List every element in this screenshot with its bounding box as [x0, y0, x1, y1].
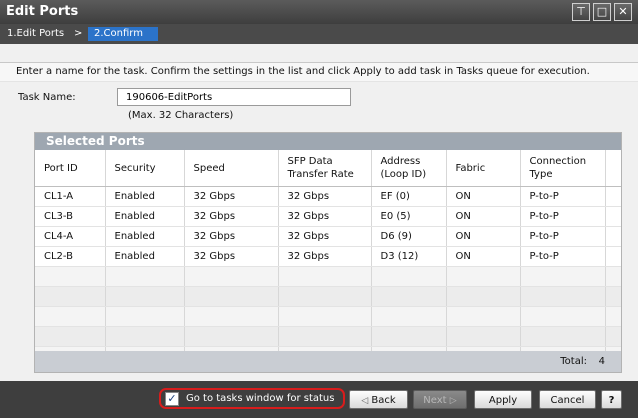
cell-address: E0 (5)	[371, 206, 447, 227]
column-header-speed[interactable]: Speed	[184, 150, 279, 187]
table-row[interactable]: CL3-B Enabled 32 Gbps 32 Gbps E0 (5) ON …	[35, 206, 621, 227]
pin-icon[interactable]: ⊤	[572, 3, 590, 21]
next-button: Next ▷	[413, 390, 467, 409]
cell-connection-type: P-to-P	[520, 226, 606, 247]
help-icon: ?	[608, 395, 615, 406]
total-bar: Total: 4	[35, 351, 621, 372]
cell-connection-type: P-to-P	[520, 186, 606, 207]
cell-address: D6 (9)	[371, 226, 447, 247]
column-header-security[interactable]: Security	[105, 150, 185, 187]
cell-security: Enabled	[105, 186, 185, 207]
column-header-filler	[605, 150, 621, 187]
instructions-text: Enter a name for the task. Confirm the s…	[16, 66, 590, 77]
cell-sfp-rate: 32 Gbps	[278, 206, 372, 227]
empty-row	[35, 286, 621, 307]
breadcrumb: 1.Edit Ports > 2.Confirm	[0, 24, 638, 44]
column-header-connection-type[interactable]: Connection Type	[520, 150, 606, 187]
close-icon[interactable]: ✕	[614, 3, 632, 21]
window-title: Edit Ports	[6, 4, 79, 19]
task-name-label: Task Name:	[18, 92, 76, 103]
cell-security: Enabled	[105, 226, 185, 247]
title-bar: Edit Ports ⊤ □ ✕	[0, 0, 638, 24]
cell-sfp-rate: 32 Gbps	[278, 226, 372, 247]
back-label: Back	[371, 395, 396, 406]
cell-speed: 32 Gbps	[184, 186, 279, 207]
goto-tasks-checkbox[interactable]: ✓	[165, 392, 179, 406]
cell-filler	[605, 246, 621, 267]
total-label: Total:	[560, 356, 587, 367]
cell-filler	[605, 186, 621, 207]
help-button[interactable]: ?	[601, 390, 622, 409]
cell-filler	[605, 226, 621, 247]
window-controls: ⊤ □ ✕	[572, 3, 632, 21]
cell-port-id: CL1-A	[35, 186, 106, 207]
cancel-button[interactable]: Cancel	[539, 390, 596, 409]
apply-label: Apply	[488, 395, 518, 406]
cell-security: Enabled	[105, 246, 185, 267]
column-header-sfp-rate[interactable]: SFP Data Transfer Rate	[278, 150, 372, 187]
column-header-port-id[interactable]: Port ID	[35, 150, 106, 187]
cell-security: Enabled	[105, 206, 185, 227]
cell-fabric: ON	[446, 246, 521, 267]
panel-title: Selected Ports	[35, 133, 621, 150]
cell-port-id: CL4-A	[35, 226, 106, 247]
chevron-left-icon: ◁	[361, 396, 369, 406]
cell-speed: 32 Gbps	[184, 206, 279, 227]
cell-address: D3 (12)	[371, 246, 447, 267]
goto-tasks-label[interactable]: Go to tasks window for status	[186, 393, 334, 404]
cell-port-id: CL2-B	[35, 246, 106, 267]
task-name-input[interactable]	[117, 88, 351, 106]
cancel-label: Cancel	[550, 395, 585, 406]
cell-address: EF (0)	[371, 186, 447, 207]
chevron-right-icon: ▷	[449, 396, 457, 406]
cell-speed: 32 Gbps	[184, 246, 279, 267]
breadcrumb-step-edit-ports[interactable]: 1.Edit Ports	[7, 28, 64, 39]
instructions-bar: Enter a name for the task. Confirm the s…	[0, 62, 638, 82]
cell-sfp-rate: 32 Gbps	[278, 186, 372, 207]
selected-ports-panel: Selected Ports Port ID Security Speed SF…	[34, 132, 622, 373]
table-row[interactable]: CL2-B Enabled 32 Gbps 32 Gbps D3 (12) ON…	[35, 246, 621, 267]
table-row[interactable]: CL4-A Enabled 32 Gbps 32 Gbps D6 (9) ON …	[35, 226, 621, 247]
cell-speed: 32 Gbps	[184, 226, 279, 247]
column-header-fabric[interactable]: Fabric	[446, 150, 521, 187]
apply-button[interactable]: Apply	[474, 390, 532, 409]
total-value: 4	[598, 356, 605, 367]
cell-connection-type: P-to-P	[520, 206, 606, 227]
back-button[interactable]: ◁ Back	[349, 390, 408, 409]
empty-row	[35, 306, 621, 327]
breadcrumb-step-confirm: 2.Confirm	[88, 27, 158, 41]
table-header-row: Port ID Security Speed SFP Data Transfer…	[35, 150, 621, 187]
task-name-hint: (Max. 32 Characters)	[128, 110, 234, 121]
cell-fabric: ON	[446, 206, 521, 227]
empty-row	[35, 326, 621, 347]
cell-fabric: ON	[446, 186, 521, 207]
cell-port-id: CL3-B	[35, 206, 106, 227]
table-row[interactable]: CL1-A Enabled 32 Gbps 32 Gbps EF (0) ON …	[35, 186, 621, 207]
ports-table: Port ID Security Speed SFP Data Transfer…	[35, 150, 621, 367]
next-label: Next	[423, 395, 447, 406]
column-header-address[interactable]: Address (Loop ID)	[371, 150, 447, 187]
cell-filler	[605, 206, 621, 227]
empty-row	[35, 266, 621, 287]
maximize-icon[interactable]: □	[593, 3, 611, 21]
cell-fabric: ON	[446, 226, 521, 247]
cell-sfp-rate: 32 Gbps	[278, 246, 372, 267]
breadcrumb-separator: >	[74, 28, 83, 39]
cell-connection-type: P-to-P	[520, 246, 606, 267]
